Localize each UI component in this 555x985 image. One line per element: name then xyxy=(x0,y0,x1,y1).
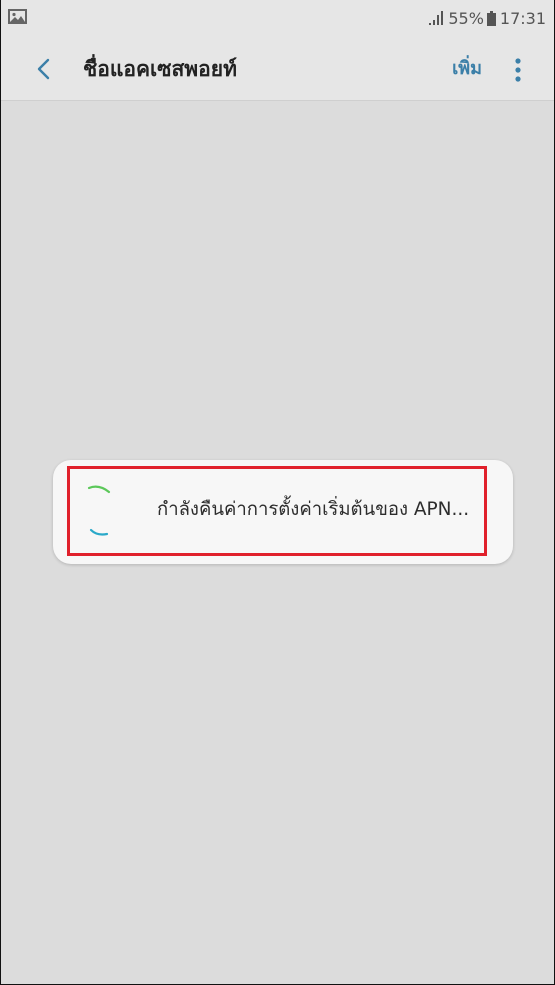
clock: 17:31 xyxy=(499,8,546,28)
battery-icon xyxy=(486,10,496,26)
gallery-icon xyxy=(8,9,27,24)
more-options-button[interactable] xyxy=(508,56,528,84)
progress-message: กำลังคืนค่าการตั้งค่าเริ่มต้นของ APN... xyxy=(157,499,470,520)
status-bar: 55% 17:31 xyxy=(1,0,554,36)
back-button[interactable] xyxy=(29,54,59,84)
screen: 55% 17:31 ชื่อแอคเซสพอยท์ เพิ่ม กำลังคืน… xyxy=(0,0,555,985)
loading-spinner-icon xyxy=(87,485,111,536)
signal-icon xyxy=(429,11,444,25)
back-chevron-icon xyxy=(37,58,50,80)
status-right: 55% 17:31 xyxy=(428,6,546,30)
page-title: ชื่อแอคเซสพอยท์ xyxy=(83,57,237,81)
progress-dialog: กำลังคืนค่าการตั้งค่าเริ่มต้นของ APN... xyxy=(53,460,513,564)
more-vertical-icon xyxy=(515,58,521,82)
add-button[interactable]: เพิ่ม xyxy=(452,54,482,84)
battery-percent: 55% xyxy=(448,8,484,28)
app-header: ชื่อแอคเซสพอยท์ เพิ่ม xyxy=(1,36,554,101)
